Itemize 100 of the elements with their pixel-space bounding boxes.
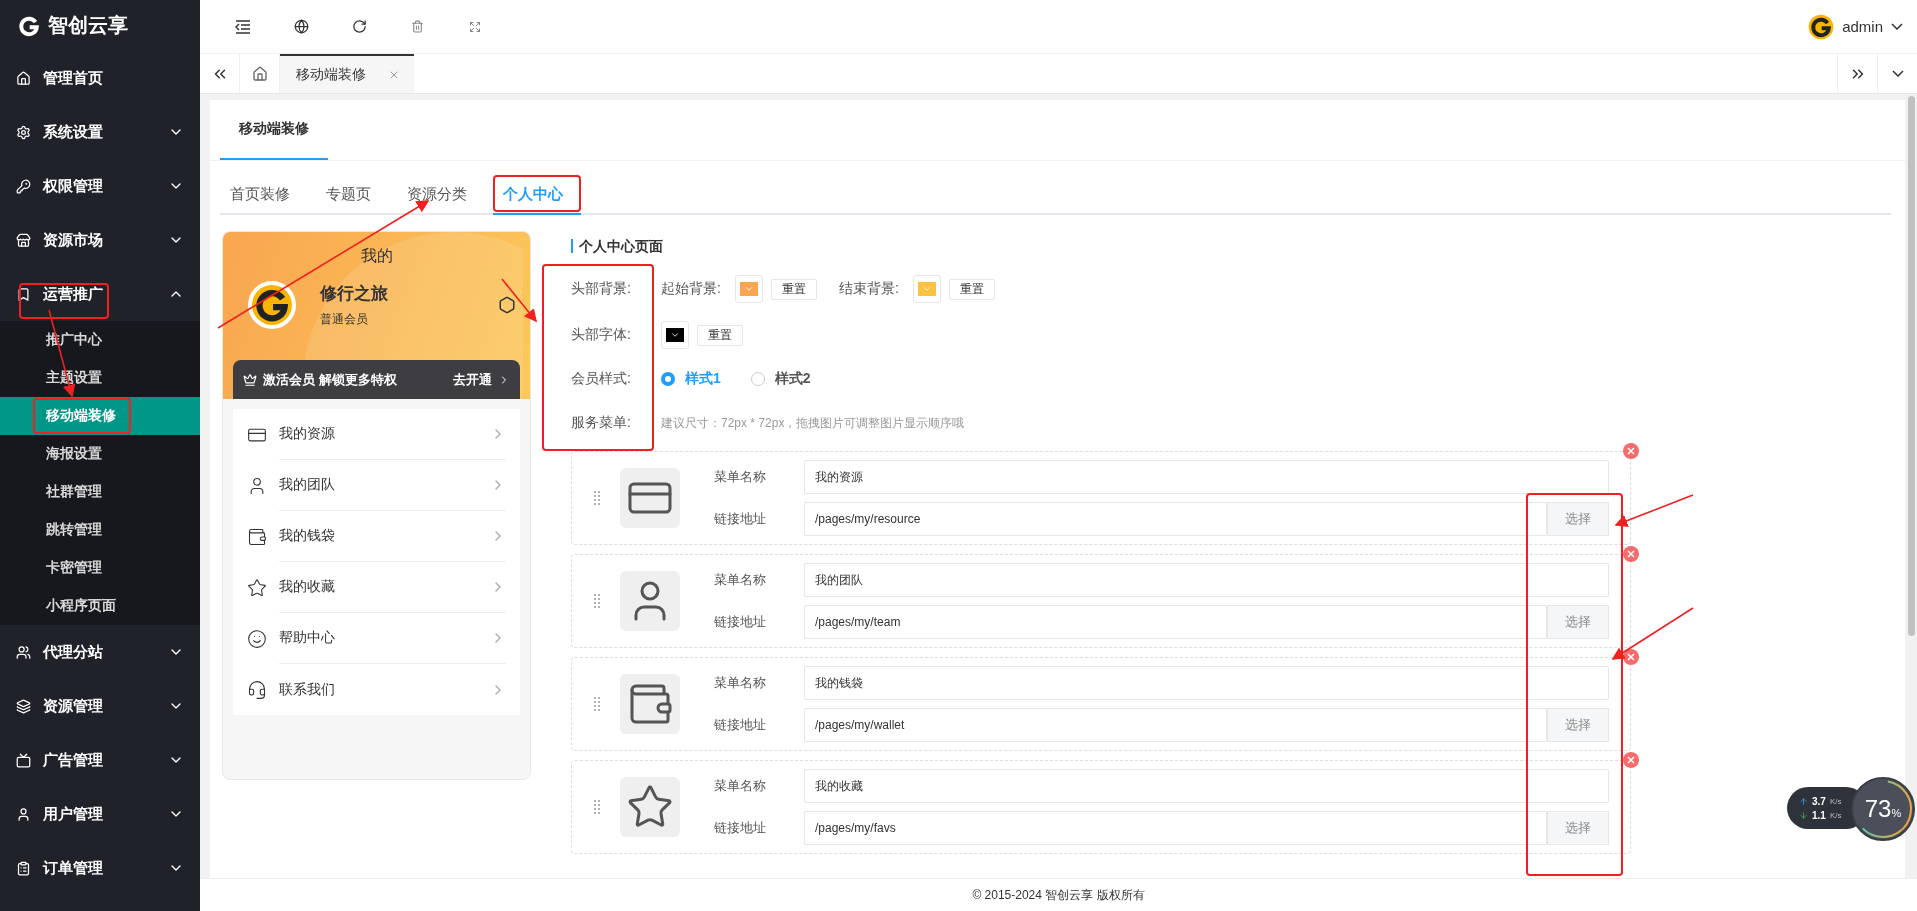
- select-button[interactable]: 选择: [1547, 708, 1609, 742]
- preview-menu-item[interactable]: 我的团队: [233, 460, 520, 511]
- tab-label: 移动端装修: [296, 65, 366, 84]
- radio-button[interactable]: [750, 372, 765, 386]
- name-input[interactable]: 我的钱袋: [804, 666, 1609, 700]
- card-tab[interactable]: 移动端装修: [220, 100, 328, 160]
- speed-unit: K/s: [1829, 810, 1842, 820]
- reset-button[interactable]: 重置: [697, 324, 743, 346]
- color-picker[interactable]: [661, 321, 689, 349]
- drag-handle-icon[interactable]: [594, 594, 600, 608]
- sidebar-menu-item[interactable]: 订单管理: [0, 841, 200, 895]
- field-label: 结束背景:: [838, 280, 899, 298]
- menu-icon: [247, 526, 267, 547]
- refresh-icon[interactable]: [351, 19, 367, 34]
- remove-icon[interactable]: [1623, 546, 1639, 562]
- globe-icon[interactable]: [293, 19, 309, 34]
- select-button[interactable]: 选择: [1547, 605, 1609, 639]
- color-picker[interactable]: [912, 275, 941, 303]
- sidebar-submenu-item[interactable]: 海报设置: [0, 435, 200, 473]
- name-input[interactable]: 我的资源: [804, 460, 1609, 494]
- sidebar-menu-item[interactable]: 系统设置: [0, 105, 200, 159]
- sidebar-menu-item[interactable]: 资源管理: [0, 679, 200, 733]
- sidebar-menu-item[interactable]: 权限管理: [0, 159, 200, 213]
- name-input[interactable]: 我的收藏: [804, 769, 1609, 803]
- preview-menu-item[interactable]: 我的资源: [233, 409, 520, 460]
- select-button[interactable]: 选择: [1547, 502, 1609, 536]
- preview-menu-item[interactable]: 我的钱袋: [233, 511, 520, 562]
- sidebar-submenu-item[interactable]: 小程序页面: [0, 587, 200, 625]
- menu-icon: [247, 679, 267, 700]
- preview-menu-item[interactable]: 帮助中心: [233, 613, 520, 664]
- sidebar-menu-item[interactable]: 代理分站: [0, 625, 200, 679]
- avatar-icon: [1808, 13, 1835, 40]
- sidebar-menu-item[interactable]: 用户管理: [0, 787, 200, 841]
- icon-tile[interactable]: [620, 674, 680, 734]
- trash-icon[interactable]: [410, 20, 424, 33]
- drag-handle-icon[interactable]: [594, 800, 600, 814]
- user-name: 修行之旅: [320, 283, 389, 305]
- color-swatch: [739, 282, 758, 296]
- field-label: 服务菜单:: [571, 414, 632, 432]
- reset-button[interactable]: 重置: [948, 278, 995, 300]
- sidebar-submenu-item[interactable]: 移动端装修: [0, 397, 200, 435]
- hint-text: 建议尺寸：72px * 72px，拖拽图片可调整图片显示顺序哦: [661, 414, 965, 432]
- sidebar-menu-item[interactable]: 广告管理: [0, 733, 200, 787]
- menu-icon: [16, 806, 31, 822]
- member-level: 普通会员: [320, 311, 369, 328]
- drag-handle-icon[interactable]: [594, 491, 600, 505]
- settings-icon[interactable]: [498, 296, 516, 314]
- crown-icon: [243, 372, 257, 387]
- field-label: 头部字体:: [571, 326, 632, 344]
- collapse-menu-icon[interactable]: [235, 19, 251, 34]
- chevron-down-icon: [1891, 23, 1903, 30]
- reset-button[interactable]: 重置: [770, 278, 817, 300]
- vip-link[interactable]: 去开通: [453, 370, 492, 389]
- icon-tile[interactable]: [620, 777, 680, 837]
- menu-icon: [247, 577, 267, 598]
- field-label: 链接地址: [714, 819, 767, 837]
- sidebar-submenu-item[interactable]: 跳转管理: [0, 511, 200, 549]
- sidebar-submenu-item[interactable]: 卡密管理: [0, 549, 200, 587]
- preview-title: 我的: [359, 246, 394, 266]
- color-swatch: [917, 282, 936, 296]
- fullscreen-icon[interactable]: [469, 20, 481, 33]
- menu-icon: [16, 698, 31, 714]
- menu-icon: [16, 70, 31, 86]
- section-title: 个人中心页面: [571, 239, 1631, 253]
- link-input[interactable]: /pages/my/team: [804, 605, 1547, 639]
- preview-menu-item[interactable]: 我的收藏: [233, 562, 520, 613]
- color-picker[interactable]: [734, 275, 763, 303]
- menu-icon: [16, 232, 31, 248]
- link-input[interactable]: /pages/my/favs: [804, 811, 1547, 845]
- radio-label[interactable]: 样式2: [774, 370, 811, 388]
- field-label: 链接地址: [714, 510, 767, 528]
- remove-icon[interactable]: [1623, 443, 1639, 459]
- field-label: 链接地址: [714, 613, 767, 631]
- menu-icon: [16, 860, 31, 876]
- tab[interactable]: 资源分类: [397, 175, 485, 215]
- field-label: 起始背景:: [661, 280, 721, 298]
- download-speed: 1.1: [1812, 809, 1826, 821]
- icon-tile[interactable]: [620, 468, 680, 528]
- link-input[interactable]: /pages/my/resource: [804, 502, 1547, 536]
- link-input[interactable]: /pages/my/wallet: [804, 708, 1547, 742]
- home-icon: [251, 65, 268, 82]
- tab[interactable]: 首页装修: [220, 175, 308, 215]
- preview-menu-item[interactable]: 联系我们: [233, 664, 520, 715]
- user-name[interactable]: admin: [1842, 18, 1883, 35]
- radio-button[interactable]: [661, 372, 675, 386]
- select-button[interactable]: 选择: [1547, 811, 1609, 845]
- remove-icon[interactable]: [1623, 649, 1639, 665]
- percent-sign: %: [1891, 807, 1902, 819]
- name-input[interactable]: 我的团队: [804, 563, 1609, 597]
- field-label: 链接地址: [714, 716, 767, 734]
- drag-handle-icon[interactable]: [594, 697, 600, 711]
- icon-tile[interactable]: [620, 571, 680, 631]
- field-label: 菜单名称: [714, 571, 767, 589]
- sidebar-submenu-item[interactable]: 社群管理: [0, 473, 200, 511]
- vip-text: 激活会员 解锁更多特权: [263, 370, 398, 389]
- page-tab[interactable]: 移动端装修: [280, 54, 414, 93]
- sidebar-menu-item[interactable]: 资源市场: [0, 213, 200, 267]
- tab[interactable]: 专题页: [316, 175, 389, 215]
- remove-icon[interactable]: [1623, 752, 1639, 768]
- sidebar-menu-item[interactable]: 管理首页: [0, 51, 200, 105]
